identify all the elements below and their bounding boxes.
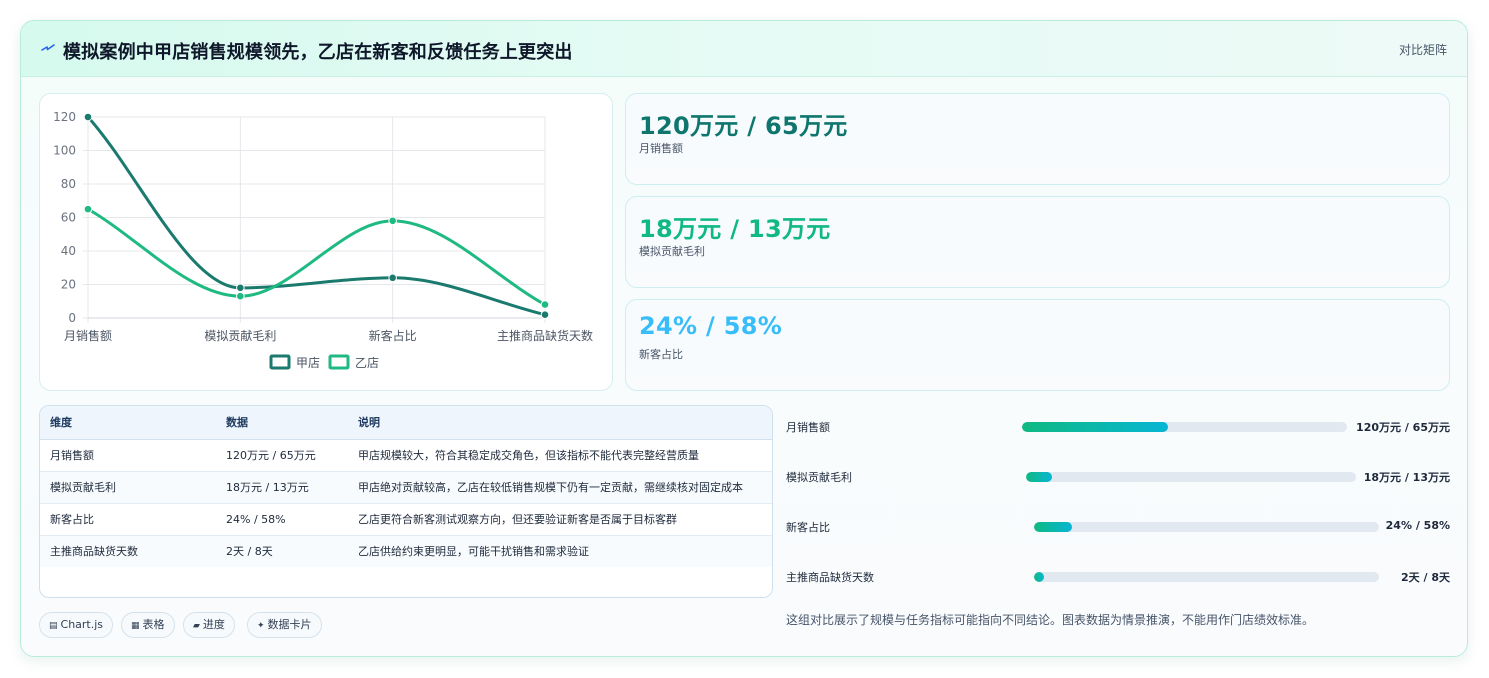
pill-label: 进度 bbox=[202, 618, 225, 631]
kpi-value: 24% / 58% bbox=[639, 312, 783, 340]
x-tick-label: 新客占比 bbox=[369, 328, 417, 343]
table-row: 主推商品缺货天数 2天 / 8天 乙店供给约束更明显，可能干扰销售和需求验证 bbox=[40, 535, 772, 567]
table-cell: 24% / 58% bbox=[216, 503, 348, 536]
legend-swatch bbox=[328, 354, 350, 370]
pill-label: 表格 bbox=[142, 618, 165, 631]
progress-track bbox=[1034, 572, 1379, 582]
progress-track bbox=[1026, 472, 1356, 482]
x-tick-label: 主推商品缺货天数 bbox=[497, 328, 593, 343]
table-cell: 18万元 / 13万元 bbox=[216, 471, 348, 504]
table-header-row: 维度 数据 说明 bbox=[40, 406, 772, 440]
table-cell: 模拟贡献毛利 bbox=[40, 471, 216, 504]
x-tick-label: 模拟贡献毛利 bbox=[204, 328, 276, 343]
comparison-card: 模拟案例中甲店销售规模领先，乙店在新客和反馈任务上更突出 对比矩阵 0 20 40 6… bbox=[20, 20, 1468, 657]
data-point bbox=[236, 283, 245, 293]
series-line-1 bbox=[86, 115, 547, 317]
table-row: 模拟贡献毛利 18万元 / 13万元 甲店绝对贡献较高，乙店在较低销售规模下仍有… bbox=[40, 471, 772, 504]
y-tick-label: 120 bbox=[53, 110, 76, 124]
progress-value: 18万元 / 13万元 bbox=[1363, 471, 1450, 484]
column-header: 维度 bbox=[40, 406, 216, 440]
chart-icon: ▤ bbox=[49, 621, 58, 631]
lightning-icon bbox=[41, 44, 55, 51]
sparkle-icon: ✦ bbox=[257, 621, 265, 631]
pill-chartjs[interactable]: ▤ Chart.js bbox=[39, 612, 114, 638]
progress-fill bbox=[1034, 572, 1045, 582]
x-tick-label: 月销售额 bbox=[64, 328, 112, 343]
legend-swatch bbox=[269, 354, 291, 370]
y-tick-label: 100 bbox=[53, 144, 76, 158]
progress-fill bbox=[1022, 422, 1169, 432]
progress-value: 2天 / 8天 bbox=[1401, 571, 1450, 584]
progress-row-sales: 月销售额 120万元 / 65万元 bbox=[786, 417, 1450, 437]
footnote: 这组对比展示了规模与任务指标可能指向不同结论。图表数据为情景推演，不能用作门店绩… bbox=[786, 613, 1315, 627]
kpi-label: 模拟贡献毛利 bbox=[639, 245, 705, 258]
kpi-value: 120万元 / 65万元 bbox=[639, 112, 848, 140]
pill-progress[interactable]: ▰ 进度 bbox=[183, 612, 235, 638]
table-cell: 主推商品缺货天数 bbox=[40, 535, 216, 567]
progress-label: 新客占比 bbox=[786, 521, 830, 534]
kpi-label: 新客占比 bbox=[639, 348, 683, 361]
progress-icon: ▰ bbox=[193, 621, 200, 631]
progress-value: 120万元 / 65万元 bbox=[1356, 421, 1450, 434]
kpi-label: 月销售额 bbox=[639, 142, 683, 155]
table-row: 月销售额 120万元 / 65万元 甲店规模较大，符合其稳定成交角色，但该指标不… bbox=[40, 439, 772, 472]
kpi-card-margin: 18万元 / 13万元 模拟贡献毛利 bbox=[625, 196, 1450, 288]
view-tag: 对比矩阵 bbox=[1398, 43, 1447, 57]
pill-label: 数据卡片 bbox=[267, 618, 312, 631]
page-title: 模拟案例中甲店销售规模领先，乙店在新客和反馈任务上更突出 bbox=[63, 42, 573, 63]
progress-label: 月销售额 bbox=[786, 421, 830, 434]
y-tick-label: 80 bbox=[61, 177, 76, 191]
table-cell: 甲店规模较大，符合其稳定成交角色，但该指标不能代表完整经营质量 bbox=[348, 439, 772, 472]
progress-fill bbox=[1026, 472, 1053, 482]
table-cell: 120万元 / 65万元 bbox=[216, 439, 348, 472]
table-cell: 2天 / 8天 bbox=[216, 535, 348, 567]
y-tick-label: 0 bbox=[68, 311, 76, 325]
data-point bbox=[540, 310, 550, 319]
data-table: 维度 数据 说明 月销售额 120万元 / 65万元 甲店规模较大，符合其稳定成… bbox=[39, 405, 773, 598]
progress-label: 模拟贡献毛利 bbox=[786, 471, 852, 484]
kpi-card-sales: 120万元 / 65万元 月销售额 bbox=[625, 93, 1450, 185]
y-tick-label: 20 bbox=[61, 278, 76, 292]
table-cell: 乙店供给约束更明显，可能干扰销售和需求验证 bbox=[348, 535, 772, 567]
table-cell: 乙店更符合新客测试观察方向，但还要验证新客是否属于目标客群 bbox=[348, 503, 772, 536]
progress-row-new-customer: 新客占比 24% / 58% bbox=[786, 517, 1450, 537]
progress-row-margin: 模拟贡献毛利 18万元 / 13万元 bbox=[786, 467, 1450, 487]
table-icon: ▦ bbox=[131, 621, 140, 631]
legend-label: 甲店 bbox=[296, 356, 320, 370]
card-header: 模拟案例中甲店销售规模领先，乙店在新客和反馈任务上更突出 对比矩阵 bbox=[21, 21, 1467, 77]
column-header: 数据 bbox=[216, 406, 348, 440]
legend-label: 乙店 bbox=[355, 356, 379, 370]
progress-track bbox=[1034, 522, 1379, 532]
data-point bbox=[236, 291, 245, 301]
data-point bbox=[388, 216, 397, 226]
table-cell: 甲店绝对贡献较高，乙店在较低销售规模下仍有一定贡献，需继续核对固定成本 bbox=[348, 471, 772, 504]
table-cell: 月销售额 bbox=[40, 439, 216, 472]
progress-label: 主推商品缺货天数 bbox=[786, 571, 874, 584]
pill-table[interactable]: ▦ 表格 bbox=[121, 612, 175, 638]
kpi-card-new-customer: 24% / 58% 新客占比 bbox=[625, 299, 1450, 391]
data-point bbox=[540, 300, 550, 309]
line-chart-svg: 0 20 40 60 80 100 120 月销售额 模拟贡献毛利 新客占比 主推商品缺货天数甲店 乙… bbox=[53, 110, 593, 370]
data-point bbox=[388, 273, 397, 283]
table-cell: 新客占比 bbox=[40, 503, 216, 536]
y-tick-label: 40 bbox=[61, 244, 76, 258]
data-point bbox=[83, 112, 93, 122]
progress-track bbox=[1022, 422, 1347, 432]
progress-row-stockout: 主推商品缺货天数 2天 / 8天 bbox=[786, 567, 1450, 587]
series-line-2 bbox=[86, 207, 547, 307]
pill-data-card[interactable]: ✦ 数据卡片 bbox=[247, 612, 322, 638]
kpi-value: 18万元 / 13万元 bbox=[639, 215, 831, 243]
progress-value: 24% / 58% bbox=[1385, 519, 1450, 532]
pill-label: Chart.js bbox=[60, 618, 104, 631]
y-tick-label: 60 bbox=[61, 211, 76, 225]
table-row: 新客占比 24% / 58% 乙店更符合新客测试观察方向，但还要验证新客是否属于… bbox=[40, 503, 772, 536]
line-chart: 0 20 40 60 80 100 120 月销售额 模拟贡献毛利 新客占比 主推商品缺货天数甲店 乙… bbox=[39, 93, 613, 391]
column-header: 说明 bbox=[348, 406, 772, 440]
data-point bbox=[83, 204, 93, 214]
progress-fill bbox=[1034, 522, 1072, 532]
